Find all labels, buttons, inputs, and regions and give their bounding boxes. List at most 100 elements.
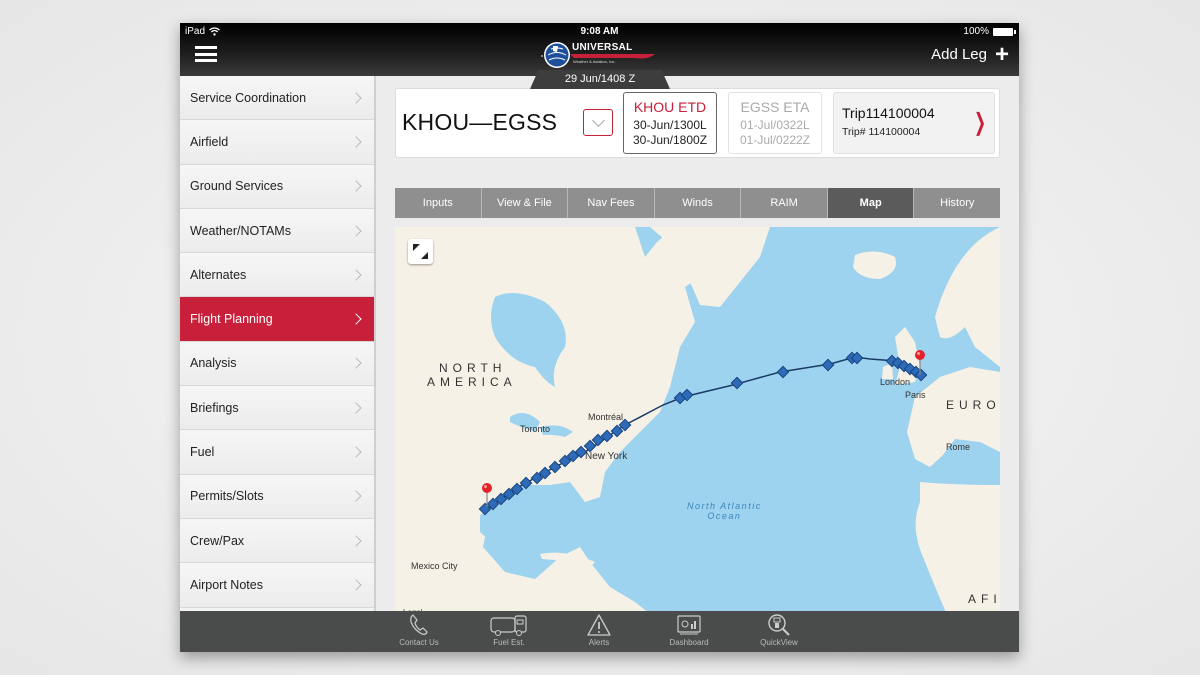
fuel-estimate-label: Fuel Est. bbox=[493, 638, 525, 647]
main-content: KHOU—EGSS KHOU ETD 30-Jun/1300L 30-Jun/1… bbox=[378, 76, 1019, 622]
dashboard-label: Dashboard bbox=[669, 638, 709, 647]
sidebar-item-label: Ground Services bbox=[190, 179, 284, 194]
sidebar-item-label: Service Coordination bbox=[190, 90, 307, 105]
status-bar-right: 100% bbox=[963, 26, 1016, 37]
chevron-down-icon bbox=[591, 114, 605, 127]
eta-zulu: 01-Jul/0222Z bbox=[739, 133, 811, 147]
city-label-montreal: Montréal bbox=[588, 412, 624, 422]
route-map[interactable]: NORTH AMERICA EURO AFI North Atlantic Oc… bbox=[395, 227, 1000, 622]
battery-percent: 100% bbox=[963, 26, 989, 37]
ocean-label: North Atlantic Ocean bbox=[687, 501, 762, 521]
contact-us-button[interactable]: Contact Us bbox=[379, 613, 459, 647]
sidebar-item-service-coordination[interactable]: Service Coordination bbox=[180, 76, 374, 121]
chevron-right-icon bbox=[350, 224, 362, 237]
ipad-app-frame: iPad 9:08 AM 100% UNIVERSAL Weather & Av… bbox=[180, 23, 1019, 652]
menu-icon-bar bbox=[195, 59, 217, 62]
ocean-label-line2: Ocean bbox=[707, 511, 742, 521]
tab-history[interactable]: History bbox=[914, 188, 1001, 218]
tab-view-file[interactable]: View & File bbox=[481, 188, 569, 218]
flight-planning-tabs: Inputs View & File Nav Fees Winds RAIM M… bbox=[395, 188, 1001, 218]
plus-icon: + bbox=[994, 40, 1009, 68]
route-title: KHOU—EGSS bbox=[402, 109, 558, 135]
chevron-right-icon bbox=[350, 357, 362, 370]
chevron-right-icon bbox=[350, 534, 362, 547]
region-label-north: NORTH bbox=[439, 361, 507, 375]
sidebar-item-fuel[interactable]: Fuel bbox=[180, 430, 374, 475]
tab-raim[interactable]: RAIM bbox=[741, 188, 828, 218]
sidebar-item-crew-pax[interactable]: Crew/Pax bbox=[180, 518, 374, 564]
tab-inputs[interactable]: Inputs bbox=[395, 188, 482, 218]
universal-logo: UNIVERSAL Weather & Aviation, Inc. bbox=[540, 40, 660, 70]
land-scandinavia bbox=[935, 227, 1000, 367]
sidebar-item-weather-notams[interactable]: Weather/NOTAMs bbox=[180, 208, 374, 254]
waypoint-marker[interactable] bbox=[821, 358, 835, 372]
logo-subtitle: Weather & Aviation, Inc. bbox=[573, 59, 616, 64]
sidebar-item-analysis[interactable]: Analysis bbox=[180, 341, 374, 387]
expand-map-button[interactable] bbox=[408, 239, 433, 264]
hamburger-menu-button[interactable] bbox=[195, 46, 217, 62]
sidebar-item-label: Alternates bbox=[190, 267, 247, 282]
sidebar-item-label: Flight Planning bbox=[190, 312, 273, 327]
chevron-right-icon bbox=[350, 136, 362, 148]
sidebar-item-label: Permits/Slots bbox=[190, 489, 264, 504]
chevron-right-icon bbox=[350, 313, 362, 325]
land-iceland bbox=[853, 251, 896, 279]
dashboard-button[interactable]: Dashboard bbox=[649, 613, 729, 647]
etd-zulu: 30-Jun/1800Z bbox=[632, 133, 708, 147]
tab-winds[interactable]: Winds bbox=[654, 188, 742, 218]
add-leg-button[interactable]: Add Leg + bbox=[931, 40, 1009, 68]
sidebar-item-alternates[interactable]: Alternates bbox=[180, 253, 374, 298]
sidebar-item-flight-planning[interactable]: Flight Planning bbox=[180, 297, 374, 342]
quickview-label: QuickView bbox=[760, 638, 798, 647]
fuel-truck-icon bbox=[490, 615, 527, 636]
fuel-estimate-button[interactable]: Fuel Est. bbox=[469, 613, 549, 647]
arrival-time-box[interactable]: EGSS ETA 01-Jul/0322L 01-Jul/0222Z bbox=[728, 92, 822, 154]
app-header: iPad 9:08 AM 100% UNIVERSAL Weather & Av… bbox=[180, 23, 1019, 76]
ocean-label-line1: North Atlantic bbox=[687, 501, 762, 511]
sidebar-item-briefings[interactable]: Briefings bbox=[180, 386, 374, 431]
sidebar-item-label: Airport Notes bbox=[190, 577, 263, 592]
city-label-paris: Paris bbox=[905, 390, 926, 400]
sidebar-item-ground-services[interactable]: Ground Services bbox=[180, 164, 374, 209]
leg-dropdown-button[interactable] bbox=[583, 109, 613, 136]
chevron-right-icon bbox=[350, 490, 362, 502]
sidebar-item-label: Fuel bbox=[190, 445, 215, 460]
region-label-europe: EURO bbox=[946, 398, 1000, 412]
sidebar-item-airport-notes[interactable]: Airport Notes bbox=[180, 563, 374, 608]
waypoint-marker[interactable] bbox=[776, 365, 790, 379]
etd-local: 30-Jun/1300L bbox=[633, 118, 707, 132]
alerts-label: Alerts bbox=[588, 638, 610, 647]
departure-time-box[interactable]: KHOU ETD 30-Jun/1300L 30-Jun/1800Z bbox=[623, 92, 717, 154]
menu-icon-bar bbox=[195, 46, 217, 49]
sidebar-item-permits-slots[interactable]: Permits/Slots bbox=[180, 474, 374, 519]
sidebar-item-airfield[interactable]: Airfield bbox=[180, 120, 374, 165]
city-label-mexico-city: Mexico City bbox=[411, 561, 458, 571]
trip-info-button[interactable]: Trip114100004 Trip# 114100004 ❯ bbox=[833, 92, 995, 154]
phone-icon bbox=[410, 614, 428, 635]
etd-title: KHOU ETD bbox=[633, 99, 707, 115]
dashboard-icon bbox=[677, 615, 701, 635]
chevron-right-icon bbox=[350, 180, 362, 192]
tab-map[interactable]: Map bbox=[827, 188, 915, 218]
city-label-new-york: New York bbox=[585, 451, 628, 462]
sidebar-item-label: Airfield bbox=[190, 134, 229, 149]
quickview-button[interactable]: QuickView bbox=[739, 613, 819, 647]
sidebar-item-label: Crew/Pax bbox=[190, 533, 245, 548]
battery-icon bbox=[993, 27, 1016, 36]
chevron-right-icon: ❯ bbox=[973, 109, 986, 136]
chevron-right-icon bbox=[350, 579, 362, 591]
eta-local: 01-Jul/0322L bbox=[740, 118, 810, 132]
quickview-icon bbox=[768, 614, 790, 636]
leg-summary-card: KHOU—EGSS KHOU ETD 30-Jun/1300L 30-Jun/1… bbox=[395, 88, 1000, 158]
expand-icon bbox=[413, 244, 428, 259]
tab-nav-fees[interactable]: Nav Fees bbox=[568, 188, 655, 218]
trip-number: Trip# 114100004 bbox=[842, 126, 921, 138]
region-label-africa: AFI bbox=[968, 592, 1000, 606]
chevron-right-icon bbox=[350, 269, 362, 281]
alert-icon bbox=[587, 614, 611, 636]
trip-name: Trip114100004 bbox=[842, 105, 935, 121]
alerts-button[interactable]: Alerts bbox=[559, 613, 639, 647]
sidebar-item-label: Analysis bbox=[190, 356, 237, 371]
waypoint-marker[interactable] bbox=[730, 376, 744, 390]
add-leg-label: Add Leg bbox=[931, 46, 987, 63]
